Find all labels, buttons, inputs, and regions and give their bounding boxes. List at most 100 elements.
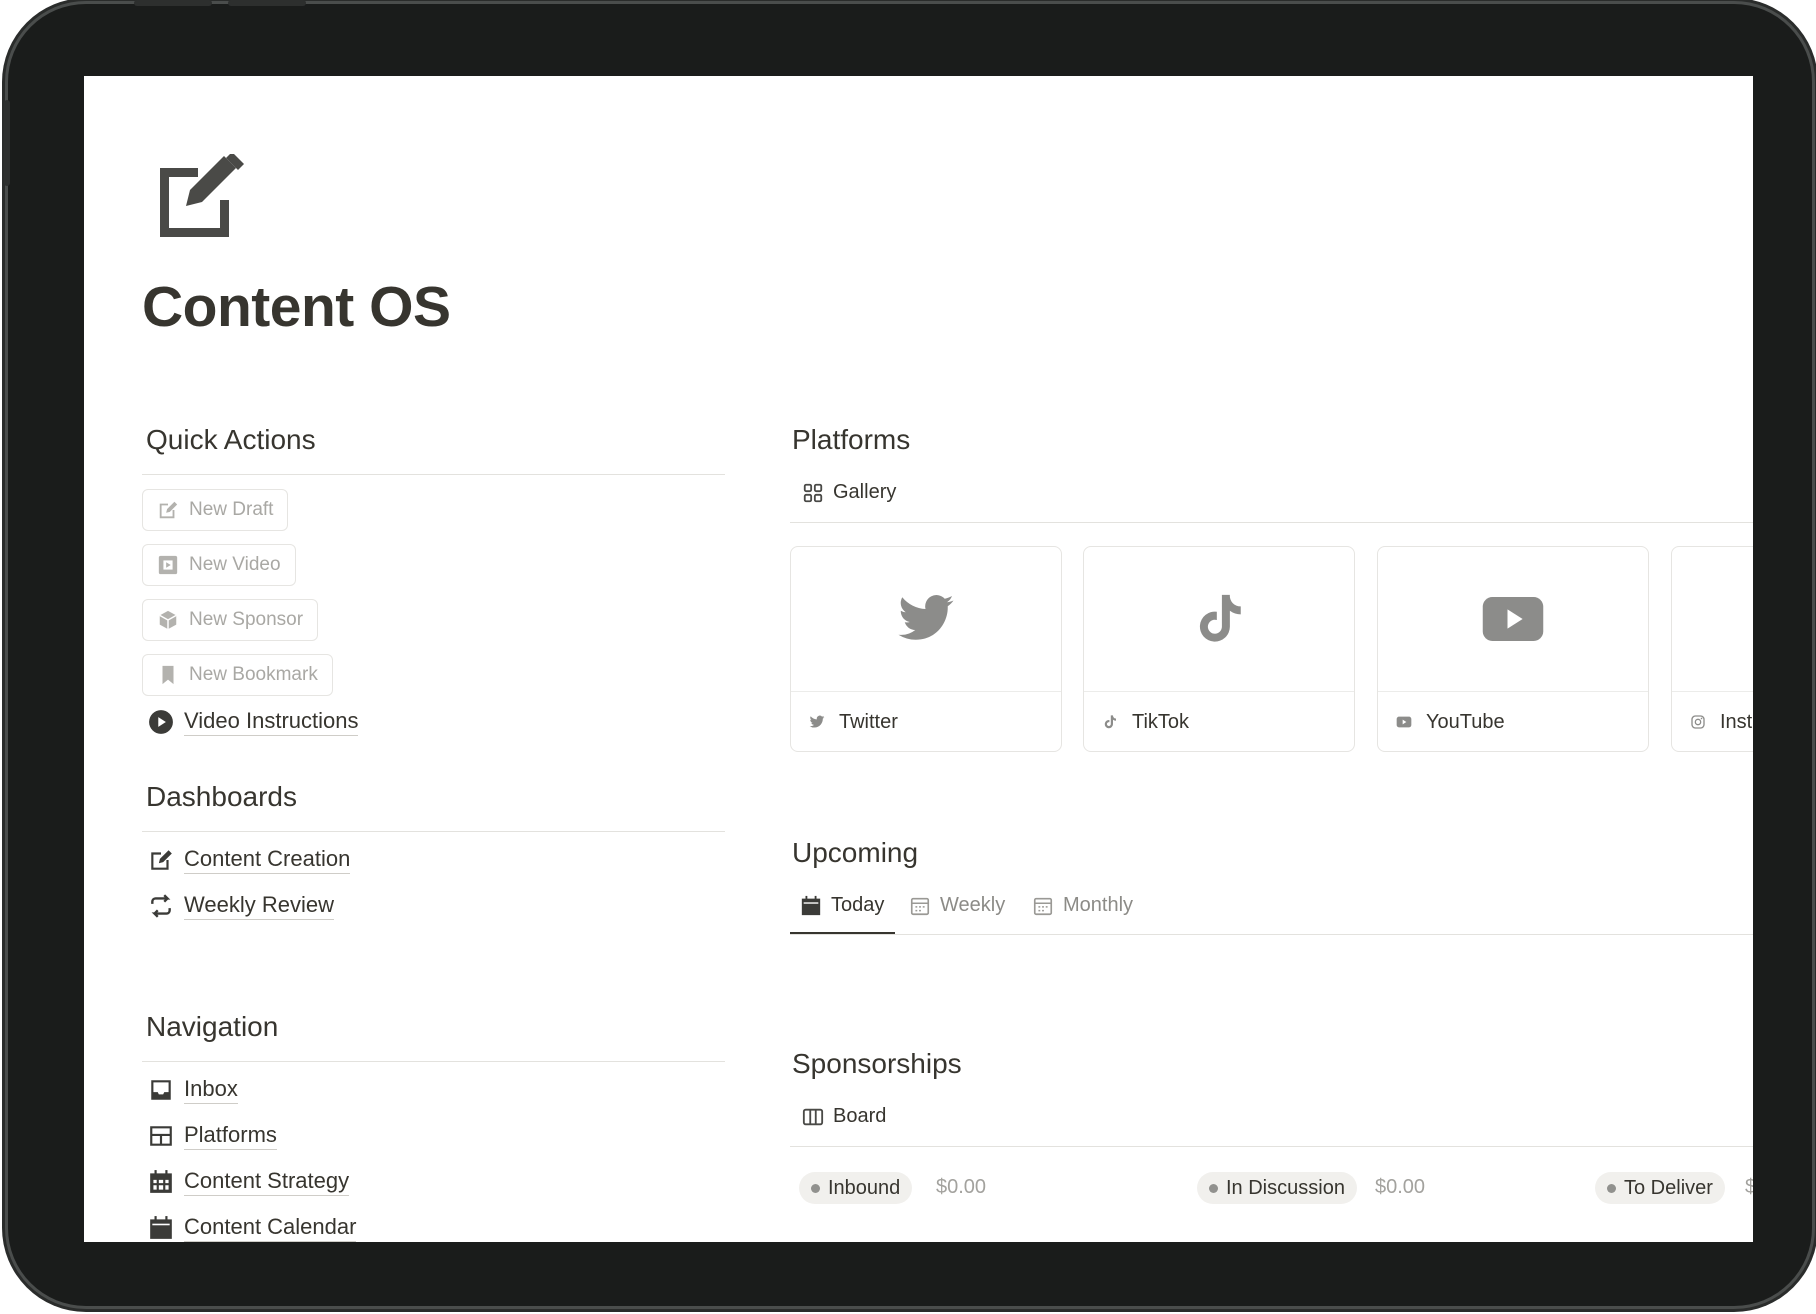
card-title: TikTok	[1132, 710, 1190, 733]
edit-square-icon[interactable]	[152, 152, 244, 246]
nav-item-content-calendar[interactable]: Content Calendar	[148, 1214, 357, 1242]
status-dot	[1209, 1183, 1218, 1193]
board-view-label: Board	[833, 1105, 887, 1127]
new-sponsor-label: New Sponsor	[189, 609, 304, 630]
new-bookmark-button[interactable]: New Bookmark	[142, 654, 333, 696]
repeat-icon	[151, 894, 171, 918]
divider	[142, 474, 725, 475]
layout-icon	[150, 1126, 172, 1146]
tab-label: Monthly	[1063, 894, 1134, 916]
calendar-outline-icon	[1033, 897, 1053, 915]
calendar-icon	[150, 1216, 172, 1239]
column-amount: $0.00	[936, 1176, 987, 1198]
tab-weekly[interactable]: Weekly	[909, 894, 1005, 917]
card-title: Inst	[1720, 710, 1753, 733]
new-sponsor-button[interactable]: New Sponsor	[142, 599, 319, 641]
card-cover	[1378, 547, 1648, 692]
new-video-label: New Video	[189, 554, 281, 575]
twitter-icon	[809, 715, 825, 728]
nav-item-inbox[interactable]: Inbox	[148, 1076, 238, 1104]
board-icon	[802, 1108, 824, 1125]
platform-card-twitter[interactable]: Twitter	[790, 546, 1062, 752]
divider	[142, 831, 725, 832]
nav-item-label: Platforms	[184, 1122, 277, 1150]
nav-item-platforms[interactable]: Platforms	[148, 1122, 277, 1150]
nav-item-label: Content Strategy	[184, 1168, 350, 1196]
inbox-icon	[151, 1080, 171, 1100]
status-label: In Discussion	[1226, 1176, 1345, 1199]
divider	[790, 1146, 1753, 1147]
video-instructions-link[interactable]: Video Instructions	[148, 708, 359, 736]
upcoming-heading: Upcoming	[792, 837, 919, 868]
new-draft-button[interactable]: New Draft	[142, 489, 289, 531]
card-label-row: TikTok	[1084, 692, 1354, 751]
column-amount: $0.00	[1375, 1176, 1426, 1198]
edit-icon	[159, 501, 178, 519]
youtube-icon	[1482, 597, 1544, 641]
tab-monthly[interactable]: Monthly	[1032, 894, 1133, 917]
status-label: Inbound	[828, 1176, 901, 1199]
column-amount: $	[1745, 1176, 1753, 1198]
platforms-heading: Platforms	[792, 424, 911, 455]
tab-today[interactable]: Today	[800, 894, 884, 917]
card-title: Twitter	[839, 710, 898, 733]
dashboard-item-content-creation[interactable]: Content Creation	[148, 846, 351, 874]
card-label-row: Twitter	[791, 692, 1061, 751]
dashboards-heading: Dashboards	[146, 781, 297, 812]
tab-label: Weekly	[940, 894, 1006, 916]
device-side-button	[4, 100, 10, 186]
calendar-outline-icon	[910, 897, 930, 915]
nav-item-label: Content Calendar	[184, 1214, 357, 1242]
gallery-view-label: Gallery	[833, 481, 897, 503]
dashboard-item-weekly-review[interactable]: Weekly Review	[148, 892, 334, 920]
nav-item-content-strategy[interactable]: Content Strategy	[148, 1168, 350, 1196]
play-circle-icon	[149, 710, 173, 734]
page-title: Content OS	[142, 275, 451, 339]
tab-label: Today	[831, 894, 885, 916]
platform-card-tiktok[interactable]: TikTok	[1083, 546, 1355, 752]
package-icon	[159, 610, 177, 630]
status-dot	[1607, 1183, 1616, 1193]
tiktok-icon	[1104, 715, 1116, 729]
notion-page: Content OS Quick Actions New Draft New V…	[84, 76, 1753, 1242]
youtube-icon	[1396, 716, 1412, 728]
device-button	[228, 0, 306, 6]
status-label: To Deliver	[1624, 1176, 1713, 1199]
gallery-grid-icon	[803, 483, 823, 502]
board-view-tab[interactable]: Board	[802, 1105, 886, 1128]
new-video-button[interactable]: New Video	[142, 544, 296, 586]
nav-item-label: Inbox	[184, 1076, 238, 1104]
card-title: YouTube	[1426, 710, 1505, 733]
bookmark-icon	[162, 665, 174, 685]
card-cover	[1672, 547, 1753, 692]
card-cover	[791, 547, 1061, 692]
divider	[790, 522, 1753, 523]
twitter-icon	[898, 595, 954, 640]
device-button	[134, 0, 212, 6]
calendar-icon	[801, 895, 821, 915]
status-badge-to-deliver[interactable]: To Deliver	[1595, 1172, 1725, 1204]
status-badge-in-discussion[interactable]: In Discussion	[1197, 1172, 1357, 1204]
gallery-view-tab[interactable]: Gallery	[802, 481, 896, 504]
new-bookmark-label: New Bookmark	[189, 664, 318, 685]
status-dot	[811, 1183, 820, 1193]
card-label-row: Inst	[1672, 692, 1753, 751]
platform-card-instagram[interactable]: Inst	[1671, 546, 1753, 752]
divider	[142, 1061, 725, 1062]
edit-icon	[151, 850, 172, 870]
navigation-heading: Navigation	[146, 1011, 279, 1042]
new-draft-label: New Draft	[189, 499, 274, 520]
video-instructions-label: Video Instructions	[184, 708, 359, 736]
quick-actions-heading: Quick Actions	[146, 424, 316, 455]
card-label-row: YouTube	[1378, 692, 1648, 751]
card-cover	[1084, 547, 1354, 692]
tablet-frame: Content OS Quick Actions New Draft New V…	[4, 0, 1812, 1306]
dashboard-item-label: Content Creation	[184, 846, 351, 874]
calendar-grid-icon	[150, 1170, 172, 1193]
film-icon	[158, 555, 178, 575]
tiktok-icon	[1199, 594, 1241, 642]
divider	[790, 934, 1753, 935]
dashboard-item-label: Weekly Review	[184, 892, 334, 920]
status-badge-inbound[interactable]: Inbound	[799, 1172, 913, 1204]
platform-card-youtube[interactable]: YouTube	[1377, 546, 1649, 752]
